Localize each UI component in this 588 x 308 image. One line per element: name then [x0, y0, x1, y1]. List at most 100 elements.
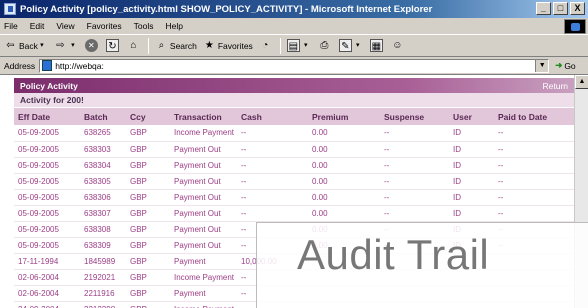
- chevron-down-icon: ▾: [71, 42, 75, 49]
- menu-help[interactable]: Help: [165, 21, 182, 31]
- cell-transaction: Income Payment: [170, 301, 237, 308]
- col-cash[interactable]: Cash: [237, 108, 308, 125]
- menu-bar: File Edit View Favorites Tools Help: [0, 18, 588, 35]
- back-button[interactable]: ⇦ Back ▾: [4, 39, 48, 52]
- table-row[interactable]: 05-09-2005 638265 GBP Income Payment -- 0.00-…: [14, 125, 574, 142]
- scroll-up-icon[interactable]: ▲: [575, 75, 588, 89]
- table-row[interactable]: 05-09-2005 638303 GBP Payment Out -- 0.00 -- ID…: [14, 141, 574, 158]
- refresh-button[interactable]: ↻: [105, 39, 121, 52]
- col-eff-date[interactable]: Eff Date: [14, 108, 80, 125]
- favorites-button[interactable]: ★ Favorites: [203, 39, 253, 52]
- chevron-down-icon: ▾: [356, 42, 360, 49]
- cell-eff-date: 05-09-2005: [14, 221, 80, 238]
- history-icon: ▤: [286, 39, 300, 52]
- table-row[interactable]: 05-09-2005 638304 GBP Payment Out -- 0.00 -- ID…: [14, 157, 574, 174]
- col-transaction[interactable]: Transaction: [170, 108, 237, 125]
- forward-button[interactable]: ⇨ ▾: [54, 39, 79, 52]
- cell-batch: 638304: [80, 157, 126, 174]
- cell-user: ID: [449, 173, 494, 190]
- cell-batch: 638303: [80, 141, 126, 158]
- cell-eff-date: 05-09-2005: [14, 173, 80, 190]
- edit-button[interactable]: ✎ ▾: [338, 39, 364, 52]
- cell-transaction: Payment Out: [170, 205, 237, 222]
- cell-premium: 0.00: [308, 205, 380, 222]
- menu-tools[interactable]: Tools: [134, 21, 154, 31]
- media-button[interactable]: ◔: [259, 39, 274, 52]
- page-left-margin: [0, 75, 14, 308]
- table-row[interactable]: 05-09-2005 638305 GBP Payment Out -- 0.00 -- ID…: [14, 173, 574, 190]
- search-button[interactable]: ⌕ Search: [155, 39, 197, 52]
- cell-eff-date: 05-09-2005: [14, 125, 80, 142]
- refresh-icon: ↻: [105, 39, 119, 52]
- page-icon: [42, 60, 53, 71]
- cell-transaction: Payment Out: [170, 141, 237, 158]
- address-input[interactable]: http://webqa: ▼: [39, 58, 550, 73]
- cell-premium: 0.00: [308, 125, 380, 142]
- print-button[interactable]: ⎙: [318, 39, 333, 52]
- cell-user: ID: [449, 141, 494, 158]
- address-label: Address: [4, 60, 36, 71]
- menu-favorites[interactable]: Favorites: [87, 21, 122, 31]
- ie-app-icon: [4, 3, 16, 15]
- section-header: Policy Activity Return: [14, 78, 574, 93]
- cell-suspense: --: [380, 205, 449, 222]
- table-row[interactable]: 05-09-2005 638306 GBP Payment Out -- 0.00 -- ID…: [14, 189, 574, 206]
- cell-ccy: GBP: [126, 253, 170, 270]
- chevron-down-icon[interactable]: ▼: [535, 59, 549, 72]
- col-user[interactable]: User: [449, 108, 494, 125]
- cell-ccy: GBP: [126, 221, 170, 238]
- minimize-button[interactable]: _: [536, 2, 551, 15]
- activity-subtitle: Activity for 200!: [14, 93, 574, 108]
- cell-paid-to-date: --: [494, 141, 574, 158]
- maximize-button[interactable]: □: [553, 2, 568, 15]
- window-title: Policy Activity [policy_activity.html SH…: [20, 3, 433, 15]
- cell-suspense: --: [380, 173, 449, 190]
- menu-file[interactable]: File: [4, 21, 18, 31]
- print-icon: ⎙: [320, 40, 329, 51]
- cell-batch: 2192021: [80, 269, 126, 286]
- cell-premium: 0.00: [308, 173, 380, 190]
- cell-ccy: GBP: [126, 157, 170, 174]
- toolbar-separator: [279, 37, 281, 54]
- col-batch[interactable]: Batch: [80, 108, 126, 125]
- col-ccy[interactable]: Ccy: [126, 108, 170, 125]
- cell-transaction: Payment Out: [170, 237, 237, 254]
- messenger-button[interactable]: ☺: [391, 39, 406, 52]
- cell-eff-date: 05-09-2005: [14, 189, 80, 206]
- cell-batch: 638307: [80, 205, 126, 222]
- home-button[interactable]: ⌂: [127, 39, 142, 52]
- table-row[interactable]: 05-09-2005 638307 GBP Payment Out -- 0.00 -- ID…: [14, 205, 574, 222]
- go-button[interactable]: ➜ Go: [555, 60, 575, 71]
- return-link[interactable]: Return: [542, 81, 568, 91]
- cell-eff-date: 05-09-2005: [14, 141, 80, 158]
- cell-batch: 1845989: [80, 253, 126, 270]
- col-suspense[interactable]: Suspense: [380, 108, 449, 125]
- favorites-label: Favorites: [217, 40, 253, 51]
- cell-transaction: Payment Out: [170, 173, 237, 190]
- window-titlebar: Policy Activity [policy_activity.html SH…: [0, 0, 588, 18]
- chevron-down-icon: ▾: [304, 42, 308, 49]
- stop-icon: ✕: [84, 39, 98, 52]
- col-premium[interactable]: Premium: [308, 108, 380, 125]
- messenger-icon: ☺: [392, 40, 403, 51]
- discuss-button[interactable]: ▦: [369, 39, 385, 52]
- menu-edit[interactable]: Edit: [30, 21, 45, 31]
- history-button[interactable]: ▤ ▾: [286, 39, 312, 52]
- media-icon: ◔: [262, 40, 269, 51]
- cell-paid-to-date: --: [494, 157, 574, 174]
- close-button[interactable]: X: [570, 2, 585, 15]
- col-paid-to-date[interactable]: Paid to Date: [494, 108, 574, 125]
- cell-ccy: GBP: [126, 189, 170, 206]
- cell-ccy: GBP: [126, 173, 170, 190]
- go-label: Go: [564, 60, 576, 71]
- cell-cash: --: [237, 157, 308, 174]
- menu-view[interactable]: View: [56, 21, 74, 31]
- stop-button[interactable]: ✕: [84, 39, 100, 52]
- cell-cash: --: [237, 173, 308, 190]
- favorites-icon: ★: [204, 40, 214, 51]
- table-header-row: Eff Date Batch Ccy Transaction Cash Prem…: [14, 108, 574, 125]
- discuss-icon: ▦: [369, 39, 383, 52]
- cell-transaction: Payment Out: [170, 157, 237, 174]
- search-icon: ⌕: [158, 40, 165, 51]
- cell-eff-date: 05-09-2005: [14, 205, 80, 222]
